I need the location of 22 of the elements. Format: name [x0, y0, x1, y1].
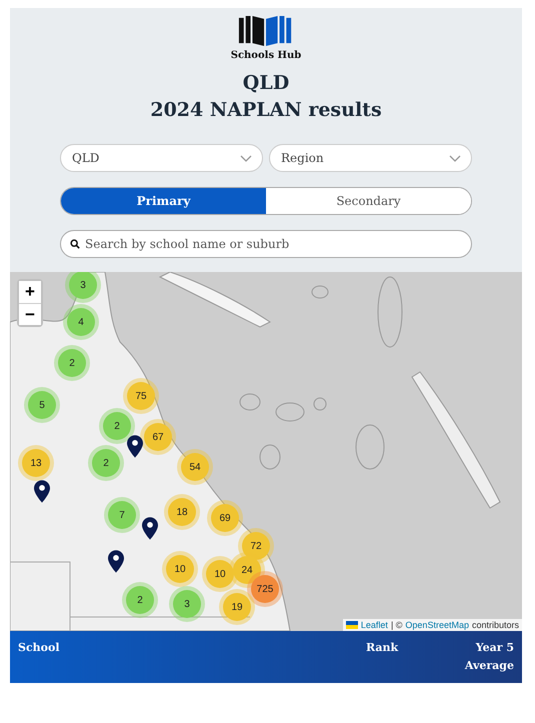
attribution-text: contributors — [472, 620, 519, 630]
page-title: QLD — [242, 71, 290, 96]
chevron-down-icon — [240, 154, 252, 162]
map-pin-icon[interactable] — [127, 435, 143, 458]
leaflet-link[interactable]: Leaflet — [360, 620, 388, 630]
level-tab[interactable]: Primary — [61, 188, 266, 214]
search-field[interactable]: Search by school name or suburb — [60, 230, 472, 258]
column-header: Rank — [366, 640, 400, 656]
dropdown[interactable]: Region — [269, 144, 472, 172]
column-header: School — [18, 640, 60, 656]
zoom-out-button[interactable]: − — [19, 303, 41, 326]
map-pin-icon[interactable] — [34, 480, 50, 504]
map-pin-icon[interactable] — [142, 517, 158, 540]
openstreetmap-link[interactable]: OpenStreetMap — [405, 620, 469, 630]
brand-name: Schools Hub — [230, 50, 302, 61]
attribution-text: | © — [390, 620, 402, 630]
map-pin-icon[interactable] — [108, 550, 124, 574]
column-header: Year 5 Average — [464, 640, 514, 674]
flag-icon — [346, 621, 358, 630]
page-subtitle: 2024 NAPLAN results — [149, 98, 383, 122]
chevron-down-icon — [449, 154, 461, 162]
dropdown[interactable]: QLD — [60, 144, 263, 172]
